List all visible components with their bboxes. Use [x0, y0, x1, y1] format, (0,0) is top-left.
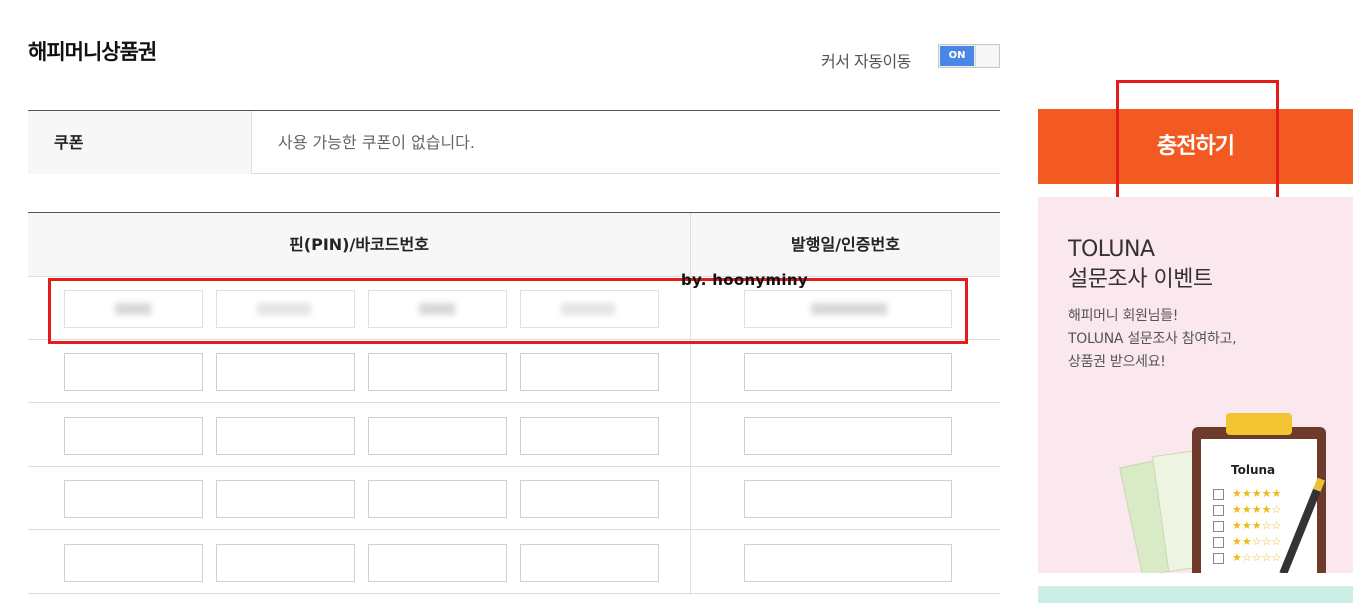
rating-stars-icon: ★★☆☆☆	[1213, 535, 1281, 548]
toggle-on-indicator: ON	[940, 46, 974, 66]
table-row	[28, 404, 1000, 467]
issue-date-auth-header: 발행일/인증번호	[690, 213, 1000, 276]
pin-input-2[interactable]	[216, 480, 355, 518]
rating-stars-icon: ★★★★☆	[1213, 503, 1281, 516]
pin-input-3[interactable]	[368, 544, 507, 582]
pin-input-1[interactable]	[64, 417, 203, 455]
table-row	[28, 340, 1000, 403]
clip-icon	[1226, 413, 1292, 435]
auth-number-input[interactable]	[744, 417, 952, 455]
secondary-banner[interactable]	[1038, 586, 1353, 603]
toluna-logo: Toluna	[1231, 463, 1276, 477]
banner-title: TOLUNA 설문조사 이벤트	[1068, 235, 1213, 295]
pin-barcode-header: 핀(PIN)/바코드번호	[289, 235, 429, 254]
pin-input-1[interactable]	[64, 480, 203, 518]
pin-input-3[interactable]	[368, 353, 507, 391]
cursor-auto-move-label: 커서 자동이동	[821, 52, 911, 71]
table-header: 핀(PIN)/바코드번호 발행일/인증번호	[28, 213, 1000, 277]
pin-input-4[interactable]	[520, 417, 659, 455]
watermark-text: by. hoonyminy	[681, 271, 808, 289]
table-row	[28, 467, 1000, 530]
banner-title-line2: 설문조사 이벤트	[1068, 267, 1213, 292]
toggle-track	[975, 46, 998, 66]
auth-number-input[interactable]	[744, 353, 952, 391]
banner-desc-line1: 해피머니 회원님들!	[1068, 308, 1179, 324]
survey-paper: Toluna ★★★★★ ★★★★☆ ★★★☆☆ ★★☆☆☆ ★☆☆☆☆	[1201, 439, 1317, 573]
rating-stars-icon: ★★★★★	[1213, 487, 1281, 500]
coupon-message: 사용 가능한 쿠폰이 없습니다.	[278, 133, 475, 152]
pin-input-table: 핀(PIN)/바코드번호 발행일/인증번호	[28, 212, 1000, 595]
banner-title-line1: TOLUNA	[1068, 237, 1155, 262]
pin-input-2[interactable]	[216, 417, 355, 455]
pin-input-2[interactable]	[216, 544, 355, 582]
coupon-header: 쿠폰	[28, 111, 252, 174]
pin-input-2[interactable]	[216, 353, 355, 391]
page-title: 해피머니상품권	[28, 40, 157, 64]
banner-desc-line3: 상품권 받으세요!	[1068, 354, 1166, 370]
cursor-auto-move-toggle[interactable]: ON	[938, 44, 1000, 68]
pin-input-3[interactable]	[368, 480, 507, 518]
banner-desc-line2: TOLUNA 설문조사 참여하고,	[1068, 331, 1237, 347]
highlight-box-first-row	[48, 278, 968, 344]
table-row	[28, 531, 1000, 594]
clipboard-illustration: Toluna ★★★★★ ★★★★☆ ★★★☆☆ ★★☆☆☆ ★☆☆☆☆	[1192, 413, 1326, 573]
pin-input-4[interactable]	[520, 353, 659, 391]
pin-input-4[interactable]	[520, 544, 659, 582]
auth-number-input[interactable]	[744, 544, 952, 582]
pin-input-1[interactable]	[64, 544, 203, 582]
toluna-event-banner[interactable]: TOLUNA 설문조사 이벤트 해피머니 회원님들! TOLUNA 설문조사 참…	[1038, 197, 1353, 573]
banner-description: 해피머니 회원님들! TOLUNA 설문조사 참여하고, 상품권 받으세요!	[1068, 305, 1237, 374]
rating-stars-icon: ★☆☆☆☆	[1213, 551, 1281, 564]
coupon-section: 쿠폰 사용 가능한 쿠폰이 없습니다.	[28, 110, 1000, 174]
auth-number-input[interactable]	[744, 480, 952, 518]
rating-stars-icon: ★★★☆☆	[1213, 519, 1281, 532]
pin-input-4[interactable]	[520, 480, 659, 518]
pin-input-1[interactable]	[64, 353, 203, 391]
pin-input-3[interactable]	[368, 417, 507, 455]
